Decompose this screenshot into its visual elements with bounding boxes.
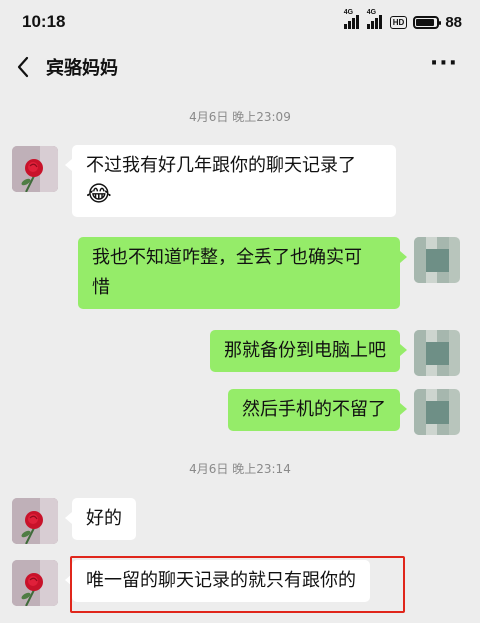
- sent-message-bubble[interactable]: 我也不知道咋整，全丢了也确实可 惜: [78, 237, 407, 309]
- signal-icon-2: 4G: [366, 9, 382, 29]
- rose-avatar-image: [12, 560, 58, 606]
- red-highlight-annotation: [70, 556, 405, 613]
- signal-label: 4G: [343, 9, 354, 16]
- sent-message-bubble[interactable]: 那就备份到电脑上吧: [210, 330, 407, 372]
- message-text: 我也不知道咋整，全丢了也确实可: [92, 247, 362, 268]
- chat-header: 宾骆妈妈 ···: [0, 44, 480, 90]
- more-options-button[interactable]: ···: [430, 53, 458, 75]
- message-text: 好的: [86, 508, 122, 529]
- message-text: 不过我有好几年跟你的聊天记录了: [86, 155, 356, 176]
- my-avatar[interactable]: [414, 237, 460, 283]
- received-message-bubble[interactable]: 不过我有好几年跟你的聊天记录了 😂: [65, 145, 396, 217]
- back-button[interactable]: [0, 44, 46, 90]
- status-time: 10:18: [22, 12, 66, 31]
- rose-avatar-image: [12, 498, 58, 544]
- message-timestamp: 4月6日 晚上23:14: [189, 462, 291, 476]
- message-text-continued: 惜: [92, 277, 110, 298]
- contact-avatar[interactable]: [12, 146, 58, 192]
- laughing-emoji: 😂: [86, 182, 112, 207]
- message-text: 那就备份到电脑上吧: [224, 340, 386, 361]
- my-avatar[interactable]: [414, 389, 460, 435]
- status-bar: 10:18 4G 4G HD 88: [0, 0, 480, 44]
- sent-message-bubble[interactable]: 然后手机的不留了: [228, 389, 407, 431]
- chat-title: 宾骆妈妈: [46, 58, 118, 79]
- contact-avatar[interactable]: [12, 498, 58, 544]
- my-avatar[interactable]: [414, 330, 460, 376]
- hd-icon: HD: [389, 15, 408, 29]
- received-message-bubble[interactable]: 好的: [65, 498, 136, 540]
- battery-fill: [416, 18, 434, 26]
- signal-icon: 4G: [343, 9, 359, 29]
- signal-label-2: 4G: [366, 9, 377, 16]
- message-timestamp: 4月6日 晚上23:09: [189, 110, 291, 124]
- chevron-left-icon: [17, 56, 29, 78]
- contact-avatar[interactable]: [12, 560, 58, 606]
- battery-icon: [413, 15, 442, 29]
- message-text: 然后手机的不留了: [242, 399, 386, 420]
- status-icons: 4G 4G HD 88: [343, 9, 462, 31]
- rose-avatar-image: [12, 146, 58, 192]
- battery-level: 88: [445, 13, 462, 31]
